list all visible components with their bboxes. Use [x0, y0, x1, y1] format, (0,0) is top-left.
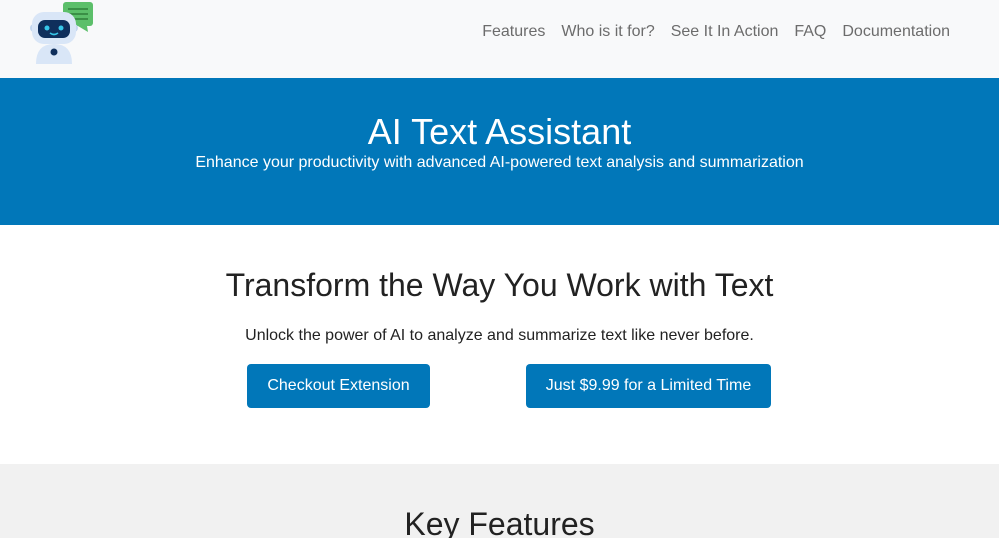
key-features-section: Key Features [0, 464, 999, 538]
intro-section: Transform the Way You Work with Text Unl… [0, 225, 999, 464]
nav-link-see-it-in-action[interactable]: See It In Action [671, 22, 779, 42]
intro-title: Transform the Way You Work with Text [225, 267, 774, 303]
nav-link-faq[interactable]: FAQ [794, 22, 826, 42]
nav-link-who-is-it-for[interactable]: Who is it for? [561, 22, 654, 42]
limited-time-price-button[interactable]: Just $9.99 for a Limited Time [526, 364, 771, 408]
intro-text: Unlock the power of AI to analyze and su… [245, 327, 754, 344]
checkout-extension-button[interactable]: Checkout Extension [247, 364, 430, 408]
hero-title: AI Text Assistant [367, 111, 632, 152]
features-title: Key Features [404, 506, 595, 538]
hero-subtitle: Enhance your productivity with advanced … [195, 154, 804, 171]
nav-link-features[interactable]: Features [482, 22, 545, 42]
hero-banner: AI Text Assistant Enhance your productiv… [0, 78, 999, 225]
navbar: Features Who is it for? See It In Action… [0, 0, 999, 78]
robot-logo-icon[interactable] [26, 2, 96, 64]
main-nav: Features Who is it for? See It In Action… [466, 22, 950, 42]
nav-link-documentation[interactable]: Documentation [842, 22, 950, 42]
